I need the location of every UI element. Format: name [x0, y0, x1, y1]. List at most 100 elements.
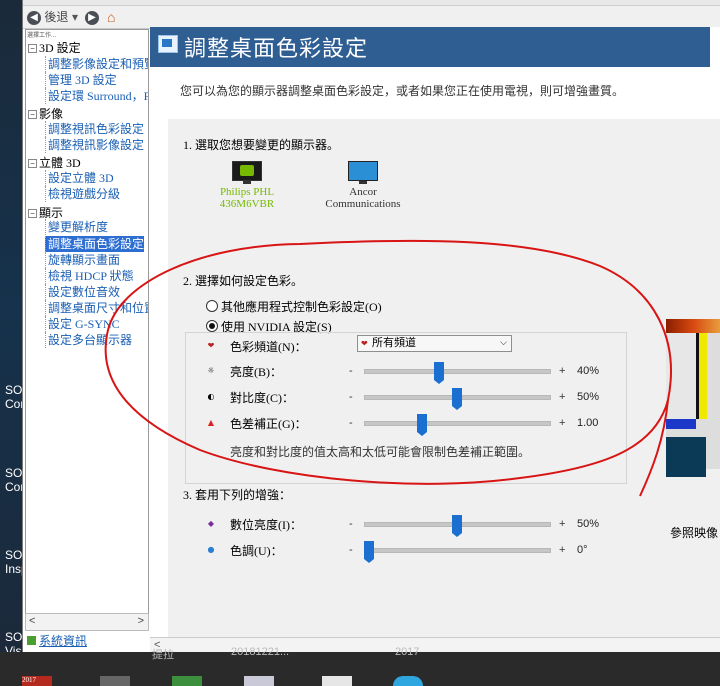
- document-app-icon[interactable]: [244, 676, 274, 686]
- scroll-right-icon[interactable]: >: [138, 615, 144, 627]
- contrast-value: 50%: [577, 391, 600, 403]
- check-app-icon[interactable]: [172, 676, 202, 686]
- back-label: 後退: [44, 10, 69, 24]
- brightness-slider-thumb[interactable]: [434, 362, 444, 384]
- content-pane: 調整桌面色彩設定 您可以為您的顯示器調整桌面色彩設定，或者如果您正在使用電視，則…: [150, 27, 720, 654]
- reference-preview: [666, 319, 720, 477]
- taskbar-item-label: 2017: [22, 676, 36, 684]
- collapse-icon[interactable]: −: [28, 159, 37, 168]
- system-info-link[interactable]: 系統資訊: [27, 632, 87, 649]
- preview-blue-bar: [666, 419, 696, 429]
- preview-white-bar: [666, 333, 696, 419]
- forward-arrow-icon: ▶: [85, 10, 99, 25]
- tree-group-label: 立體 3D: [39, 156, 81, 170]
- tree-item[interactable]: 變更解析度: [45, 219, 108, 235]
- contrast-icon: ◐: [207, 392, 215, 401]
- tree-item[interactable]: 設定數位音效: [45, 284, 120, 300]
- tree-item[interactable]: 旋轉顯示畫面: [45, 252, 120, 268]
- tree-group-stereo[interactable]: − 立體 3D: [28, 155, 81, 171]
- tree-item-selected[interactable]: 調整桌面色彩設定: [45, 236, 145, 252]
- page-description: 您可以為您的顯示器調整桌面色彩設定，或者如果您正在使用電視，則可增強畫質。: [180, 84, 625, 98]
- tree-item[interactable]: 調整桌面尺寸和位置: [45, 300, 148, 316]
- vibrance-icon: ◆: [207, 519, 215, 528]
- brightness-slider[interactable]: [364, 369, 551, 374]
- preview-gradient: [666, 319, 720, 333]
- tree-group-3d[interactable]: −3D 設定: [28, 40, 81, 56]
- gamma-value: 1.00: [577, 417, 599, 429]
- forward-button[interactable]: ▶: [85, 9, 99, 25]
- brightness-value: 40%: [577, 365, 600, 377]
- hue-slider[interactable]: [364, 548, 551, 553]
- collapse-icon[interactable]: −: [28, 44, 37, 53]
- preview-yellow-bar: [699, 333, 707, 419]
- rgb-channel-icon: ❤: [207, 341, 215, 350]
- tree-item[interactable]: 設定立體 3D: [45, 170, 114, 186]
- gamma-minus: -: [349, 417, 353, 429]
- display-name: Ancor: [349, 186, 377, 198]
- radio-dot-selected[interactable]: [206, 320, 218, 332]
- tree-horizontal-scrollbar[interactable]: < >: [25, 613, 149, 631]
- section2-title: 2. 選擇如何設定色彩。: [183, 274, 304, 288]
- back-button[interactable]: ◀ 後退: [27, 9, 68, 25]
- sun-icon: ☼: [207, 366, 215, 375]
- display-model: 436M6VBR: [219, 198, 275, 210]
- home-icon: ⌂: [107, 9, 116, 25]
- tree-item[interactable]: 設定 G-SYNC: [45, 316, 120, 332]
- brightness-label: 亮度(B)：: [230, 365, 282, 379]
- monitor-icon: [348, 161, 378, 184]
- tree-title: 選擇工作...: [27, 33, 57, 39]
- tree-group-label: 3D 設定: [39, 41, 81, 55]
- contrast-slider-thumb[interactable]: [451, 388, 462, 410]
- display-philips[interactable]: Philips PHL 436M6VBR: [212, 161, 282, 210]
- reference-image-label: 參照映像: [670, 526, 719, 540]
- desktop-background: [0, 0, 22, 686]
- app-icon[interactable]: [100, 676, 130, 686]
- section1-title: 1. 選取您想要變更的顯示器。: [183, 138, 340, 152]
- desktop-color-icon: [158, 35, 178, 53]
- chevron-down-icon: ⌵: [500, 338, 507, 348]
- taskbar: 提拉 20181221... 2017 2017: [0, 646, 720, 686]
- nvidia-monitor-icon: [232, 161, 262, 184]
- page-header: 調整桌面色彩設定: [150, 27, 710, 67]
- hue-slider-thumb[interactable]: [364, 541, 374, 563]
- tree-item[interactable]: 管理 3D 設定: [45, 72, 117, 88]
- gamma-plus: +: [559, 417, 566, 429]
- taskbar-item-label: 2017: [395, 646, 420, 658]
- tree-item[interactable]: 調整視訊色彩設定: [45, 121, 144, 137]
- scroll-left-icon[interactable]: <: [29, 615, 35, 627]
- display-name: Philips PHL: [219, 186, 275, 198]
- radio-dot[interactable]: [206, 300, 218, 312]
- tree-group-video[interactable]: − 影像: [28, 106, 63, 122]
- home-button[interactable]: ⌂: [107, 9, 115, 25]
- history-dropdown[interactable]: ▾: [72, 9, 78, 25]
- taskbar-item-label: 20181221...: [231, 646, 290, 658]
- collapse-icon[interactable]: −: [28, 209, 37, 218]
- file-app-icon[interactable]: [322, 676, 352, 686]
- collapse-icon[interactable]: −: [28, 110, 37, 119]
- hue-minus: -: [349, 544, 353, 556]
- rgb-icon: ▲: [207, 418, 215, 427]
- hue-value: 0°: [577, 544, 588, 556]
- gamma-label: 色差補正(G)：: [230, 417, 307, 431]
- app-2017-icon[interactable]: 2017: [22, 676, 52, 686]
- tree-item[interactable]: 設定多台顯示器: [45, 332, 132, 348]
- page-title: 調整桌面色彩設定: [184, 36, 369, 61]
- tree-item[interactable]: 檢視遊戲分級: [45, 186, 120, 202]
- tree-item[interactable]: 檢視 HDCP 狀態: [45, 268, 134, 284]
- tree-group-label: 顯示: [39, 206, 64, 220]
- gamma-slider-thumb[interactable]: [416, 414, 427, 436]
- channel-label: 色彩頻道(N)：: [230, 340, 307, 354]
- range-note: 亮度和對比度的值太高和太低可能會限制色差補正範圍。: [230, 445, 531, 459]
- vibrance-slider-thumb[interactable]: [451, 515, 462, 537]
- tree-item[interactable]: 設定環 Surround，Ph: [45, 88, 148, 104]
- tree-item[interactable]: 調整影像設定和預覽: [45, 56, 148, 72]
- system-info-label: 系統資訊: [39, 634, 88, 648]
- tree-item[interactable]: 調整視訊影像設定: [45, 137, 144, 153]
- radio-label: 其他應用程式控制色彩設定(O): [221, 300, 382, 314]
- gamma-slider[interactable]: [364, 421, 551, 426]
- radio-other-apps[interactable]: 其他應用程式控制色彩設定(O): [206, 298, 382, 315]
- settings-panel: 1. 選取您想要變更的顯示器。 Philips PHL 436M6VBR Anc…: [168, 119, 720, 637]
- display-ancor[interactable]: Ancor Communications: [318, 161, 408, 210]
- channel-select[interactable]: ❤ 所有頻道 ⌵: [357, 335, 512, 352]
- browser-app-icon[interactable]: [393, 676, 423, 686]
